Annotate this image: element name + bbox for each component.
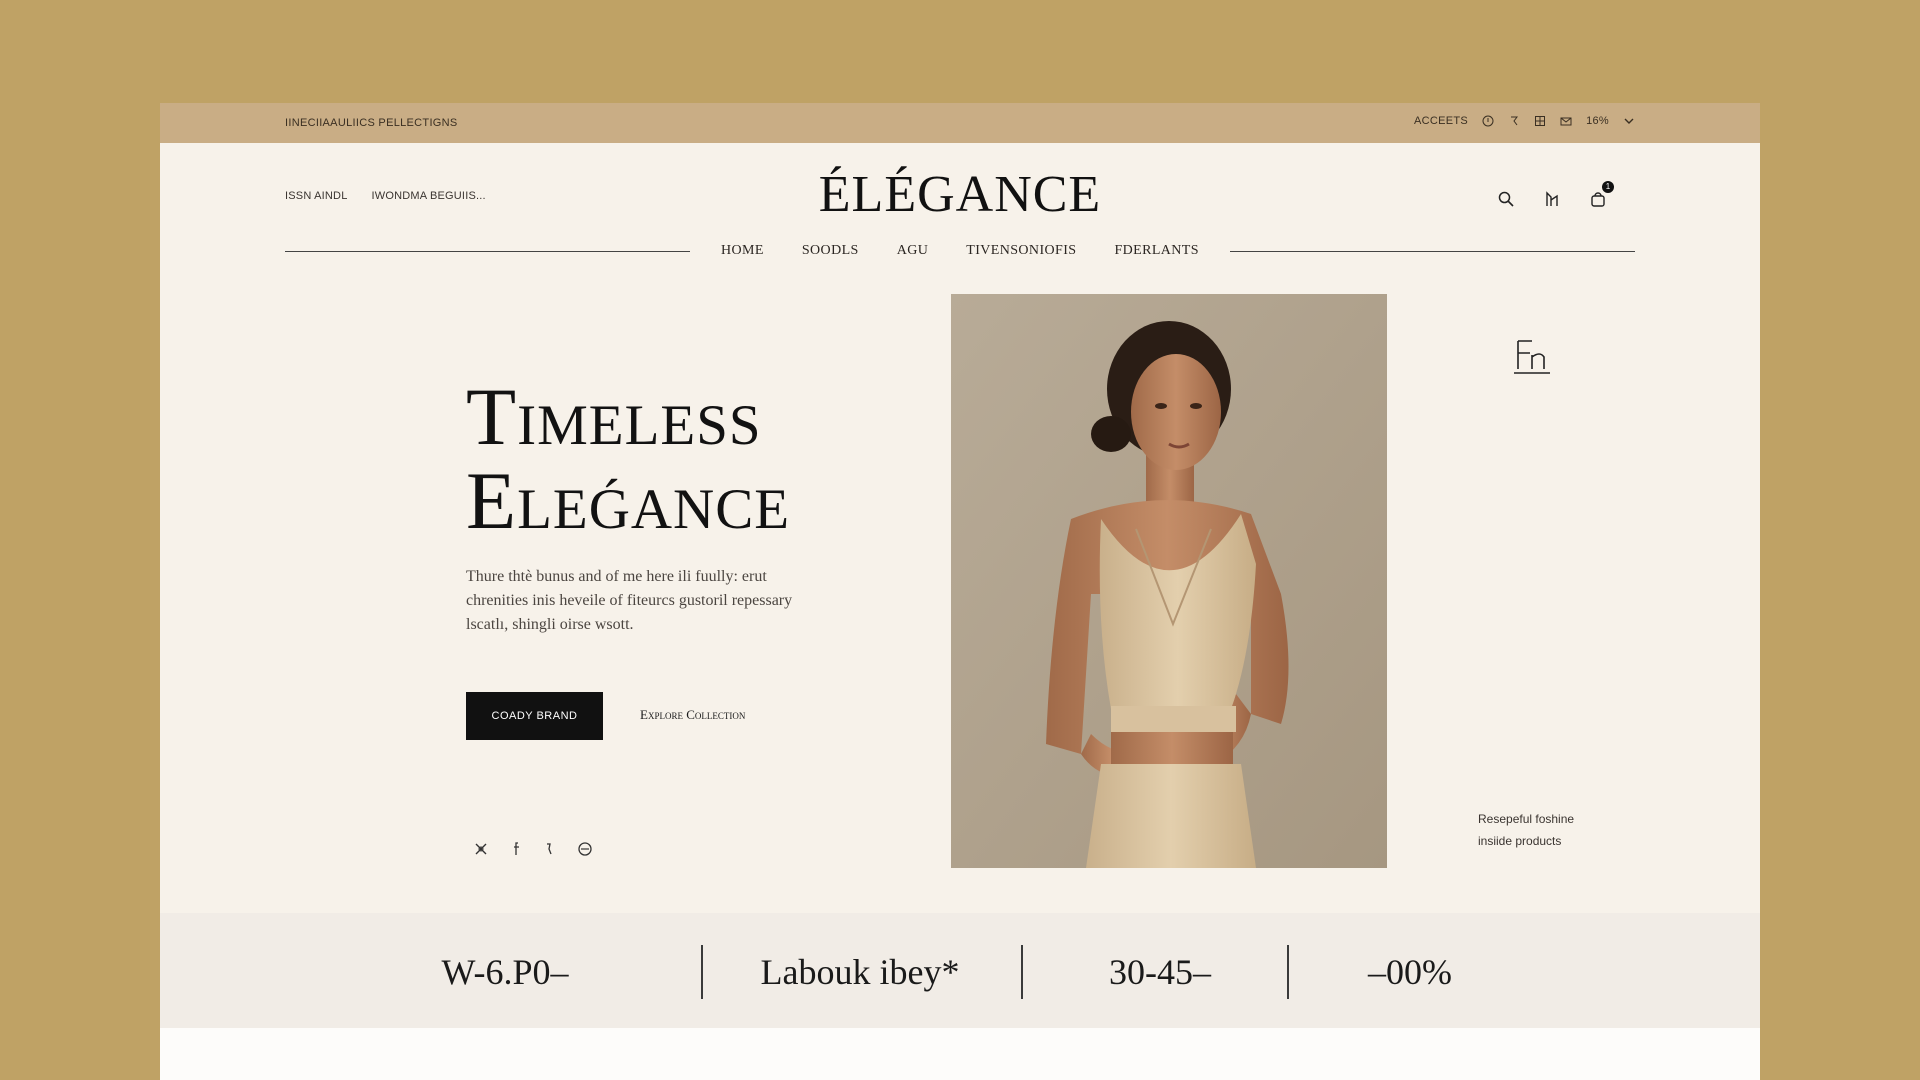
- brand-monogram-icon: [1514, 340, 1550, 374]
- hero-title: Timeless Eleǵance: [466, 375, 790, 543]
- side-note-line2: insiide products: [1478, 834, 1562, 848]
- stat-divider: [1287, 945, 1289, 999]
- utility-bar-right: ACCEETS 16%: [1414, 115, 1635, 127]
- bottom-section: [160, 1028, 1760, 1080]
- grid-icon[interactable]: [1534, 115, 1546, 127]
- hero-description: Thure thtè bunus and of me here ili fuul…: [466, 568, 793, 633]
- hero-model-photo: [951, 294, 1387, 868]
- stat-value: W-6.P0–: [441, 952, 569, 992]
- primary-cta-button[interactable]: COADY BRAND: [466, 692, 603, 740]
- nav-item-fderlants[interactable]: FDERLANTS: [1114, 243, 1199, 259]
- hero-title-line1: Timeless: [466, 371, 762, 462]
- nav-item-tivensoniofis[interactable]: TIVENSONIOFIS: [966, 243, 1076, 259]
- stat-divider: [1021, 945, 1023, 999]
- flag-icon[interactable]: [1508, 115, 1520, 127]
- utility-link[interactable]: ACCEETS: [1414, 115, 1468, 127]
- stat-value: –00%: [1368, 952, 1452, 992]
- hero-title-line2: Eleǵance: [466, 455, 791, 546]
- nav-item-home[interactable]: HOME: [721, 243, 764, 259]
- stat-divider: [701, 945, 703, 999]
- social-links: [473, 841, 593, 860]
- instagram-icon[interactable]: [577, 841, 593, 860]
- side-note-line1: Resepeful foshine: [1478, 812, 1575, 826]
- nav-divider-right: [1230, 251, 1635, 252]
- wishlist-icon[interactable]: [1540, 187, 1564, 211]
- nav-item-soodls[interactable]: SOODLS: [802, 243, 859, 259]
- info-icon[interactable]: [1482, 115, 1494, 127]
- facebook-icon[interactable]: [513, 841, 521, 860]
- pinterest-icon[interactable]: [473, 841, 489, 860]
- header-actions: 1: [1494, 181, 1614, 211]
- nav-item-agu[interactable]: AGU: [897, 243, 929, 259]
- search-icon[interactable]: [1494, 187, 1518, 211]
- utility-bar: IINECIIAAULIICS PELLECTIGNS ACCEETS 16%: [160, 103, 1760, 143]
- side-note: Resepeful foshine insiide products: [1478, 808, 1618, 852]
- stat-value: Labouk ibey*: [760, 952, 960, 992]
- chevron-down-icon[interactable]: [1623, 115, 1635, 127]
- stats-band: W-6.P0– Labouk ibey* 30-45– –00%: [160, 913, 1760, 1028]
- utility-percent: 16%: [1586, 115, 1609, 127]
- explore-collection-button[interactable]: Explore Collection: [640, 707, 745, 723]
- twitter-icon[interactable]: [545, 841, 553, 860]
- cart-count-badge: 1: [1602, 181, 1614, 193]
- mail-icon[interactable]: [1560, 115, 1572, 127]
- utility-bar-text: IINECIIAAULIICS PELLECTIGNS: [285, 117, 458, 129]
- page-container: IINECIIAAULIICS PELLECTIGNS ACCEETS 16% …: [160, 103, 1760, 1080]
- cart-icon[interactable]: 1: [1586, 181, 1614, 211]
- stat-value: 30-45–: [1109, 952, 1211, 992]
